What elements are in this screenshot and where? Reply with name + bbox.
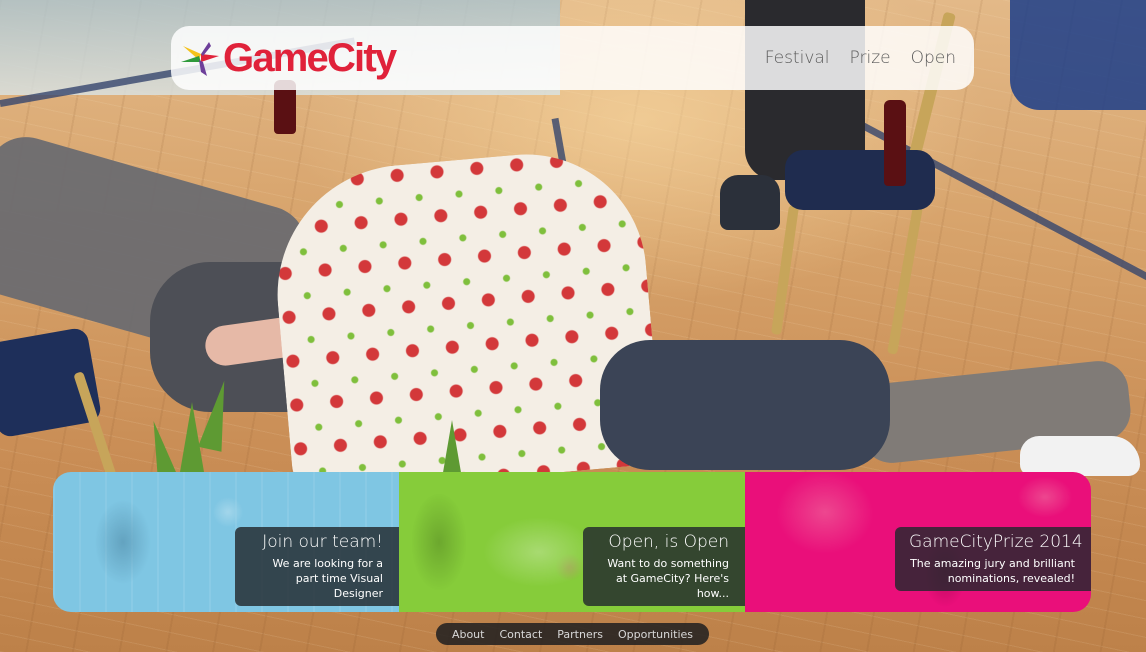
bottle: [884, 100, 906, 186]
footer-link-opportunities[interactable]: Opportunities: [618, 628, 693, 641]
person-right-body: [600, 340, 890, 470]
footer-link-about[interactable]: About: [452, 628, 485, 641]
tile-title: GameCityPrize 2014: [909, 532, 1083, 552]
tile-title: Open, is Open: [608, 532, 729, 552]
shoe: [1020, 436, 1140, 476]
nav-festival[interactable]: Festival: [765, 48, 830, 68]
site-header: GameCity Festival Prize Open: [171, 26, 974, 90]
tile-description: Want to do something at GameCity? Here's…: [607, 557, 729, 600]
chair-seat: [0, 326, 103, 439]
background-bags: [1010, 0, 1146, 110]
tile-gamecity-prize[interactable]: GameCityPrize 2014 The amazing jury and …: [745, 472, 1091, 612]
patterned-blanket: [266, 144, 664, 496]
tile-open-is-open[interactable]: Open, is Open Want to do something at Ga…: [399, 472, 745, 612]
nav-open[interactable]: Open: [911, 48, 956, 68]
footer-nav: About Contact Partners Opportunities: [436, 623, 709, 645]
tile-description: We are looking for a part time Visual De…: [272, 557, 383, 600]
tile-title: Join our team!: [262, 532, 383, 552]
footer-link-partners[interactable]: Partners: [557, 628, 603, 641]
tile-caption: Join our team! We are looking for a part…: [235, 527, 399, 606]
brand-name: GameCity: [223, 36, 397, 80]
nav-prize[interactable]: Prize: [850, 48, 891, 68]
footer-link-contact[interactable]: Contact: [499, 628, 542, 641]
gamecity-logo-icon: [179, 38, 221, 78]
tile-caption: Open, is Open Want to do something at Ga…: [583, 527, 745, 606]
chair-frame: [887, 205, 923, 355]
tile-caption: GameCityPrize 2014 The amazing jury and …: [895, 527, 1091, 591]
sneaker: [720, 175, 780, 230]
chair-seat: [785, 150, 935, 210]
main-nav: Festival Prize Open: [765, 26, 956, 90]
gamecity-logo[interactable]: GameCity: [179, 34, 397, 82]
tile-join-team[interactable]: Join our team! We are looking for a part…: [53, 472, 399, 612]
tile-description: The amazing jury and brilliant nominatio…: [910, 557, 1075, 585]
feature-tiles: Join our team! We are looking for a part…: [53, 472, 1091, 612]
